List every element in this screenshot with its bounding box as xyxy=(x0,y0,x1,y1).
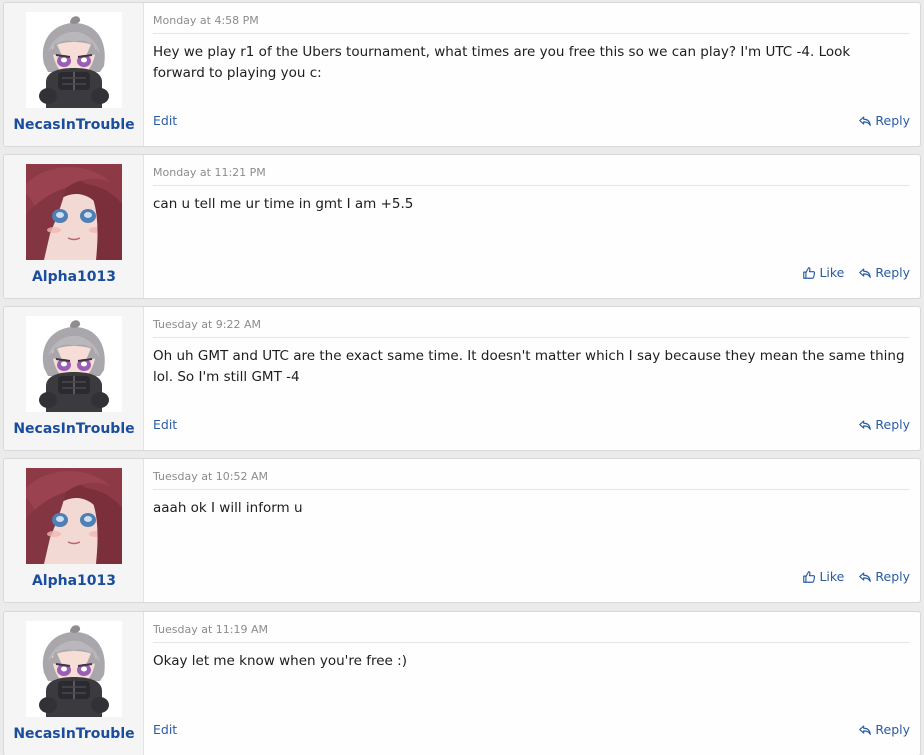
alpha-avatar-icon xyxy=(26,164,122,260)
username-link[interactable]: Alpha1013 xyxy=(4,269,144,285)
post-body: aaah ok I will inform u xyxy=(153,500,303,516)
reply-label: Reply xyxy=(875,722,910,737)
divider xyxy=(153,33,910,34)
post-body: can u tell me ur time in gmt I am +5.5 xyxy=(153,196,414,212)
post-body: Hey we play r1 of the Ubers tournament, … xyxy=(153,44,851,81)
post-footer: Edit Reply xyxy=(153,113,910,133)
divider xyxy=(153,489,910,490)
message-cell: Tuesday at 11:19 AM Okay let me know whe… xyxy=(144,612,920,755)
post-date[interactable]: Tuesday at 10:52 AM xyxy=(153,470,268,483)
user-cell: NecasInTrouble xyxy=(4,307,144,450)
message-cell: Tuesday at 9:22 AM Oh uh GMT and UTC are… xyxy=(144,307,920,450)
edit-link[interactable]: Edit xyxy=(153,722,177,737)
post-date[interactable]: Tuesday at 9:22 AM xyxy=(153,318,261,331)
reply-button[interactable]: Reply xyxy=(858,113,910,128)
reply-button[interactable]: Reply xyxy=(858,722,910,737)
like-label: Like xyxy=(819,569,845,584)
divider xyxy=(153,642,910,643)
reply-button[interactable]: Reply xyxy=(858,417,910,432)
message-cell: Monday at 11:21 PM can u tell me ur time… xyxy=(144,155,920,298)
like-label: Like xyxy=(819,265,845,280)
like-button[interactable]: Like xyxy=(802,569,844,584)
necas-avatar-icon xyxy=(26,12,122,108)
divider xyxy=(153,185,910,186)
divider xyxy=(153,337,910,338)
avatar[interactable] xyxy=(26,621,122,717)
alpha-avatar-icon xyxy=(26,468,122,564)
username-link[interactable]: NecasInTrouble xyxy=(4,726,144,742)
post-actions: Reply xyxy=(858,722,910,737)
edit-link[interactable]: Edit xyxy=(153,417,177,432)
reply-label: Reply xyxy=(875,265,910,280)
message-cell: Monday at 4:58 PM Hey we play r1 of the … xyxy=(144,3,920,146)
user-cell: Alpha1013 xyxy=(4,155,144,298)
post-date[interactable]: Monday at 4:58 PM xyxy=(153,14,259,27)
thumbs-up-icon xyxy=(802,266,816,280)
like-button[interactable]: Like xyxy=(802,265,844,280)
reply-icon xyxy=(858,418,872,432)
post-actions: Reply xyxy=(858,417,910,432)
post: NecasInTrouble Tuesday at 9:22 AM Oh uh … xyxy=(3,306,921,451)
user-cell: Alpha1013 xyxy=(4,459,144,602)
user-cell: NecasInTrouble xyxy=(4,3,144,146)
username-link[interactable]: NecasInTrouble xyxy=(4,421,144,437)
reply-icon xyxy=(858,114,872,128)
post-actions: Like Reply xyxy=(802,265,910,280)
post-date[interactable]: Monday at 11:21 PM xyxy=(153,166,266,179)
post-footer: Like Reply xyxy=(153,569,910,589)
post-body: Okay let me know when you're free :) xyxy=(153,653,407,669)
reply-label: Reply xyxy=(875,569,910,584)
avatar[interactable] xyxy=(26,316,122,412)
post-actions: Like Reply xyxy=(802,569,910,584)
post-actions: Reply xyxy=(858,113,910,128)
user-cell: NecasInTrouble xyxy=(4,612,144,755)
message-cell: Tuesday at 10:52 AM aaah ok I will infor… xyxy=(144,459,920,602)
reply-label: Reply xyxy=(875,417,910,432)
thumbs-up-icon xyxy=(802,570,816,584)
post: Alpha1013 Monday at 11:21 PM can u tell … xyxy=(3,154,921,299)
post-body: Oh uh GMT and UTC are the exact same tim… xyxy=(153,348,905,385)
necas-avatar-icon xyxy=(26,316,122,412)
post-footer: Like Reply xyxy=(153,265,910,285)
post: NecasInTrouble Tuesday at 11:19 AM Okay … xyxy=(3,611,921,755)
post-date[interactable]: Tuesday at 11:19 AM xyxy=(153,623,268,636)
reply-button[interactable]: Reply xyxy=(858,265,910,280)
edit-link[interactable]: Edit xyxy=(153,113,177,128)
reply-icon xyxy=(858,570,872,584)
post: NecasInTrouble Monday at 4:58 PM Hey we … xyxy=(3,2,921,147)
reply-label: Reply xyxy=(875,113,910,128)
username-link[interactable]: NecasInTrouble xyxy=(4,117,144,133)
reply-icon xyxy=(858,723,872,737)
avatar[interactable] xyxy=(26,12,122,108)
avatar[interactable] xyxy=(26,164,122,260)
necas-avatar-icon xyxy=(26,621,122,717)
reply-icon xyxy=(858,266,872,280)
avatar[interactable] xyxy=(26,468,122,564)
username-link[interactable]: Alpha1013 xyxy=(4,573,144,589)
post-footer: Edit Reply xyxy=(153,417,910,437)
post: Alpha1013 Tuesday at 10:52 AM aaah ok I … xyxy=(3,458,921,603)
reply-button[interactable]: Reply xyxy=(858,569,910,584)
post-footer: Edit Reply xyxy=(153,722,910,742)
